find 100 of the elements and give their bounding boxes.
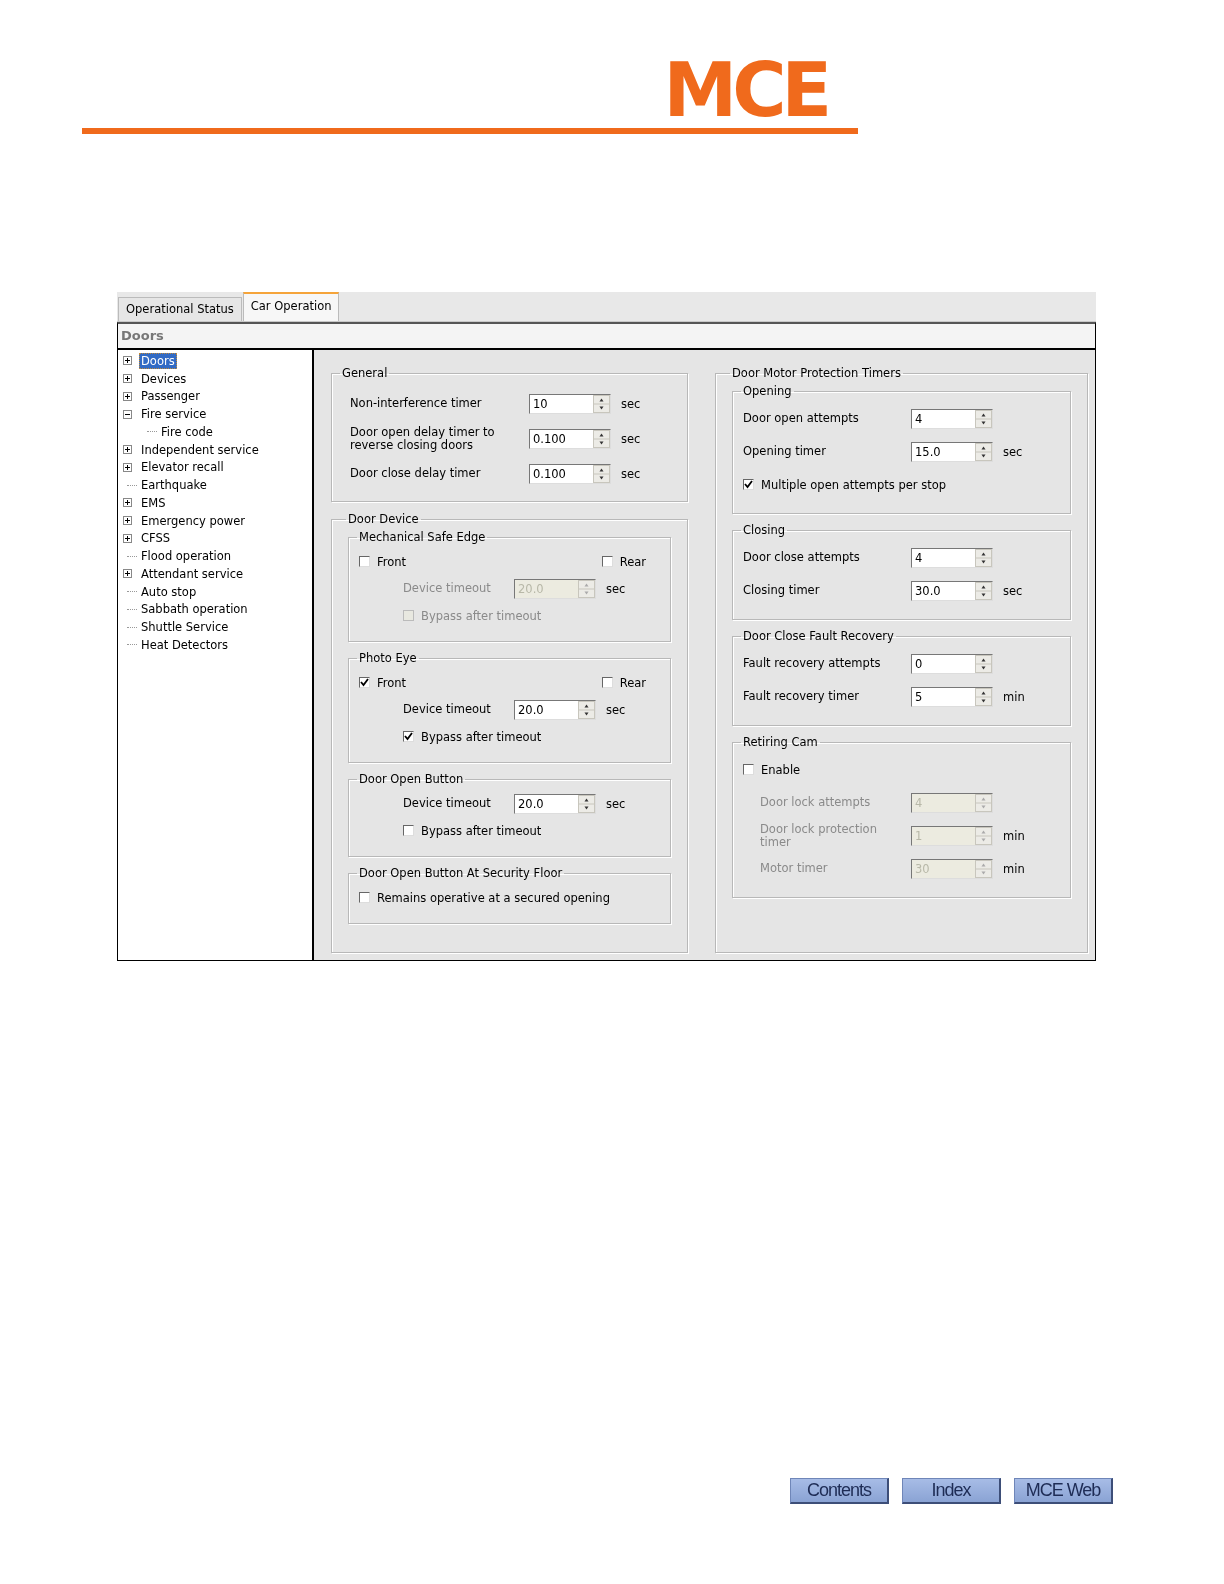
- spin-field[interactable]: 20.0: [514, 793, 596, 814]
- spin-field[interactable]: 0.100: [529, 463, 611, 484]
- group-title: General: [341, 366, 389, 380]
- checkbox-label: Rear: [619, 554, 646, 569]
- tree-item[interactable]: Sabbath operation: [139, 601, 250, 618]
- spin-field[interactable]: 20.0: [514, 699, 596, 720]
- field-label: Non-interference timer: [350, 397, 483, 410]
- checkbox[interactable]: [359, 677, 370, 688]
- field-label: Opening timer: [743, 445, 827, 458]
- tree-item[interactable]: Fire code: [159, 423, 215, 440]
- unit-label: sec: [606, 581, 626, 596]
- expander-icon[interactable]: [123, 374, 132, 384]
- checkbox-label: Front: [377, 675, 407, 690]
- spin-field[interactable]: 30.0: [911, 580, 993, 601]
- spin-arrows-icon[interactable]: [578, 794, 595, 813]
- unit-label: sec: [1003, 444, 1023, 459]
- expander-icon[interactable]: [123, 356, 132, 366]
- nav-button[interactable]: Index: [902, 1478, 1001, 1504]
- unit-label: min: [1003, 861, 1025, 876]
- spin-arrows-icon[interactable]: [593, 429, 610, 448]
- unit-label: sec: [621, 466, 641, 481]
- logo: MCE: [663, 58, 828, 122]
- checkbox-label: Rear: [619, 675, 646, 690]
- tree-item[interactable]: CFSS: [139, 530, 173, 547]
- spin-arrows-icon[interactable]: [975, 654, 992, 673]
- spin-arrows-icon[interactable]: [975, 409, 992, 428]
- field-label: Door open attempts: [743, 412, 860, 425]
- checkbox[interactable]: [359, 892, 370, 903]
- expander-icon[interactable]: [123, 498, 132, 508]
- unit-label: sec: [1003, 583, 1023, 598]
- checkbox-label: Remains operative at a secured opening: [377, 890, 610, 905]
- field-label: Door open delay timer to reverse closing doors: [350, 425, 496, 452]
- tree-item[interactable]: Passenger: [139, 388, 202, 405]
- field-label: Fault recovery timer: [743, 690, 860, 703]
- expander-icon[interactable]: [123, 391, 132, 401]
- spin-field[interactable]: 4: [911, 408, 993, 429]
- section-title: Doors: [117, 322, 1096, 350]
- checkbox-label: Bypass after timeout: [421, 608, 542, 623]
- spin-field[interactable]: 4: [911, 547, 993, 568]
- group-title: Door Motor Protection Timers: [731, 366, 902, 380]
- group-title: Mechanical Safe Edge: [358, 530, 487, 544]
- checkbox[interactable]: [601, 677, 613, 688]
- checkbox-label: Multiple open attempts per stop: [761, 477, 947, 492]
- expander-icon[interactable]: [123, 516, 132, 526]
- group-title: Door Open Button At Security Floor: [358, 866, 564, 880]
- tree-item[interactable]: Shuttle Service: [139, 619, 231, 636]
- spin-field[interactable]: 0: [911, 653, 993, 674]
- field-label: Fault recovery attempts: [743, 657, 882, 670]
- spin-field[interactable]: 10: [529, 393, 611, 414]
- spin-arrows-icon[interactable]: [975, 581, 992, 600]
- checkbox[interactable]: [601, 556, 613, 567]
- unit-label: sec: [606, 796, 626, 811]
- tree-item[interactable]: Auto stop: [139, 583, 199, 600]
- group-title: Door Close Fault Recovery: [742, 629, 895, 643]
- field-label: Device timeout: [403, 582, 492, 595]
- tree-item[interactable]: Heat Detectors: [139, 636, 231, 653]
- expander-icon[interactable]: [123, 445, 132, 455]
- expander-icon[interactable]: [123, 409, 132, 419]
- spin-arrows-icon[interactable]: [593, 394, 610, 413]
- checkbox-label: Bypass after timeout: [421, 823, 542, 838]
- nav-button[interactable]: Contents: [790, 1478, 889, 1504]
- checkbox-label: Bypass after timeout: [421, 729, 542, 744]
- checkbox[interactable]: [743, 479, 754, 490]
- expander-icon[interactable]: [123, 569, 132, 579]
- tree-item[interactable]: Emergency power: [139, 512, 248, 529]
- spin-arrows-icon[interactable]: [975, 548, 992, 567]
- spin-arrows-icon[interactable]: [578, 700, 595, 719]
- expander-icon[interactable]: [123, 462, 132, 472]
- field-label: Motor timer: [760, 862, 829, 875]
- spin-arrows-icon[interactable]: [593, 464, 610, 483]
- tree-item[interactable]: Fire service: [139, 406, 209, 423]
- checkbox[interactable]: [403, 825, 414, 836]
- group-title: Door Device: [347, 512, 420, 526]
- tree-item[interactable]: Flood operation: [139, 548, 234, 565]
- spin-field[interactable]: 0.100: [529, 428, 611, 449]
- tree-item[interactable]: Elevator recall: [139, 459, 226, 476]
- field-label: Device timeout: [403, 797, 492, 810]
- spin-arrows-icon[interactable]: [975, 442, 992, 461]
- tree-item[interactable]: Devices: [139, 370, 189, 387]
- tree-item[interactable]: Doors: [139, 352, 177, 369]
- checkbox[interactable]: [403, 731, 414, 742]
- nav-button[interactable]: MCE Web: [1014, 1478, 1113, 1504]
- unit-label: min: [1003, 689, 1025, 704]
- tab[interactable]: Operational Status: [118, 297, 242, 321]
- tree-item[interactable]: Earthquake: [139, 477, 209, 494]
- checkbox[interactable]: [743, 764, 754, 775]
- unit-label: sec: [621, 431, 641, 446]
- expander-icon[interactable]: [123, 533, 132, 543]
- field-label: Closing timer: [743, 584, 821, 597]
- tree-item[interactable]: Independent service: [139, 441, 261, 458]
- group-title: Door Open Button: [358, 772, 465, 786]
- tree-item[interactable]: Attendant service: [139, 565, 246, 582]
- tree-item[interactable]: EMS: [139, 494, 168, 511]
- spin-field[interactable]: 15.0: [911, 441, 993, 462]
- spin-arrows-icon[interactable]: [975, 687, 992, 706]
- unit-label: sec: [621, 396, 641, 411]
- tab[interactable]: Car Operation: [242, 292, 340, 321]
- checkbox[interactable]: [359, 556, 370, 567]
- field-label: Door lock attempts: [760, 796, 872, 809]
- spin-field[interactable]: 5: [911, 686, 993, 707]
